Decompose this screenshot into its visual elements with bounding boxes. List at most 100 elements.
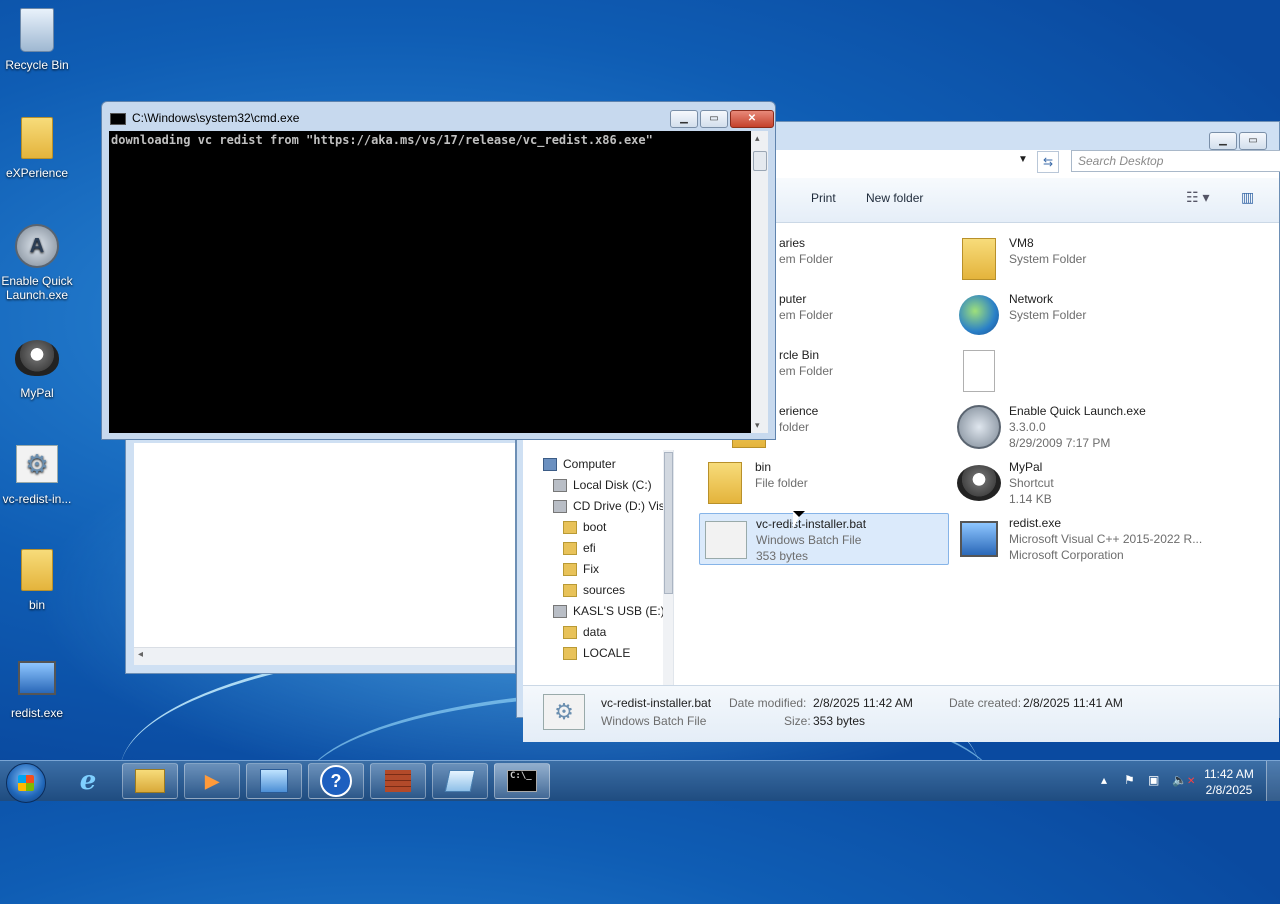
- file-type: Microsoft Visual C++ 2015-2022 R...: [1009, 532, 1203, 546]
- quick-launch-app-icon: A: [15, 224, 59, 268]
- batch-file-icon: [704, 518, 748, 562]
- horizontal-scrollbar[interactable]: ◂: [134, 647, 515, 665]
- taskbar-control-panel[interactable]: [246, 763, 302, 799]
- taskbar-cmd[interactable]: C:\_: [494, 763, 550, 799]
- file-extra: 353 bytes: [756, 549, 809, 563]
- cmd-title-bar[interactable]: C:\Windows\system32\cmd.exe: [110, 111, 299, 125]
- file-item[interactable]: vc-redist-installer.bat Windows Batch Fil…: [699, 513, 949, 565]
- nav-item-computer[interactable]: Computer: [543, 454, 673, 475]
- maximize-button[interactable]: ▭: [700, 110, 728, 128]
- nav-item-boot[interactable]: boot: [543, 517, 673, 538]
- file-name: bin: [755, 460, 772, 474]
- clock-time: 11:42 AM: [1204, 767, 1254, 781]
- show-desktop-button[interactable]: [1266, 761, 1280, 801]
- help-icon: ?: [320, 765, 352, 797]
- computer-icon: [543, 458, 557, 472]
- file-name: rcle Bin: [779, 348, 820, 362]
- desktop-icon-enable-quick-launch[interactable]: A Enable Quick Launch.exe: [0, 222, 74, 302]
- clock-date: 2/8/2025: [1205, 783, 1253, 797]
- minimize-button[interactable]: ▁: [670, 110, 698, 128]
- maximize-button[interactable]: ▭: [1239, 132, 1267, 150]
- desktop-icon-bin[interactable]: bin: [0, 546, 74, 612]
- user-folder-icon-shape: [962, 238, 996, 280]
- address-dropdown-icon[interactable]: ▼: [1018, 154, 1028, 165]
- batch-file-icon: ⚙: [543, 694, 585, 730]
- file-item[interactable]: [953, 345, 1203, 397]
- view-options-icon[interactable]: ☷ ▾: [1186, 189, 1209, 206]
- console-output[interactable]: downloading vc redist from "https://aka.…: [109, 131, 751, 433]
- start-button[interactable]: [6, 763, 46, 803]
- details-modified-value: 2/8/2025 11:42 AM: [813, 696, 913, 710]
- batch-file-icon-shape: [705, 521, 747, 559]
- file-name: vc-redist-installer.bat: [756, 517, 867, 531]
- navigation-pane: Computer Local Disk (C:) CD Drive (D:) Vis…: [523, 450, 674, 686]
- file-type: File folder: [755, 476, 808, 490]
- desktop-icon-vc-redist[interactable]: ⚙ vc-redist-in...: [0, 440, 74, 506]
- print-button[interactable]: Print: [811, 191, 836, 205]
- taskbar-help[interactable]: ?: [308, 763, 364, 799]
- refresh-icon[interactable]: ⇆: [1037, 151, 1059, 173]
- nav-item-label: CD Drive (D:) Vist: [573, 499, 669, 513]
- nav-item-local-disk-c[interactable]: Local Disk (C:): [543, 475, 673, 496]
- taskbar-internet-explorer[interactable]: e: [60, 763, 116, 799]
- desktop-icon-redist[interactable]: redist.exe: [0, 654, 74, 720]
- nav-item-cd-drive-d-vist[interactable]: CD Drive (D:) Vist: [543, 496, 673, 517]
- cmd-icon: [110, 112, 126, 125]
- desktop-icon-mypal[interactable]: MyPal: [0, 334, 74, 400]
- scrollbar-thumb[interactable]: [753, 151, 767, 171]
- blank-file-icon: [957, 349, 1001, 393]
- network-icon[interactable]: ▣: [1148, 773, 1159, 787]
- file-type: Shortcut: [1009, 476, 1054, 490]
- nav-item-kasl-s-usb-e[interactable]: KASL'S USB (E:): [543, 601, 673, 622]
- system-clock[interactable]: 11:42 AM 2/8/2025: [1196, 766, 1262, 798]
- file-item[interactable]: redist.exe Microsoft Visual C++ 2015-2022…: [953, 513, 1203, 565]
- nav-item-efi[interactable]: efi: [543, 538, 673, 559]
- desktop-icon-label: redist.exe: [10, 706, 64, 720]
- windows-logo-icon: [18, 775, 34, 791]
- taskbar-notepad[interactable]: [432, 763, 488, 799]
- minimize-button[interactable]: ▁: [1209, 132, 1237, 150]
- file-name: Enable Quick Launch.exe: [1009, 404, 1146, 418]
- nav-item-sources[interactable]: sources: [543, 580, 673, 601]
- nav-item-data[interactable]: data: [543, 622, 673, 643]
- blank-file-icon-shape: [963, 350, 995, 392]
- taskbar-file-explorer[interactable]: [122, 763, 178, 799]
- quick-launch-app-icon: [957, 405, 1001, 449]
- file-item[interactable]: Network System Folder: [953, 289, 1203, 341]
- preview-pane-icon[interactable]: ▥: [1241, 189, 1254, 206]
- file-item[interactable]: bin File folder: [699, 457, 949, 509]
- desktop-icon-recycle-bin[interactable]: Recycle Bin: [0, 6, 74, 72]
- desktop-icon-label: eXPerience: [5, 166, 69, 180]
- file-item[interactable]: MyPal Shortcut 1.14 KB: [953, 457, 1203, 509]
- close-button[interactable]: ✕: [730, 110, 774, 128]
- nav-scrollbar[interactable]: [663, 450, 673, 686]
- nav-item-locale[interactable]: LOCALE: [543, 643, 673, 664]
- file-name: MyPal: [1009, 460, 1043, 474]
- taskbar-firewall[interactable]: [370, 763, 426, 799]
- scroll-left-icon[interactable]: ◂: [138, 649, 143, 660]
- file-item[interactable]: Enable Quick Launch.exe 3.3.0.0 8/29/2009 …: [953, 401, 1203, 453]
- nav-item-fix[interactable]: Fix: [543, 559, 673, 580]
- user-folder-icon: [957, 237, 1001, 281]
- scroll-down-icon[interactable]: ▾: [755, 420, 760, 431]
- file-name: VM8: [1009, 236, 1034, 250]
- vertical-scrollbar[interactable]: ▴ ▾: [751, 131, 768, 433]
- taskbar-media-player[interactable]: ▶: [184, 763, 240, 799]
- drive-icon: [553, 500, 567, 514]
- show-hidden-icons-icon[interactable]: ▴: [1101, 773, 1107, 787]
- action-center-flag-icon[interactable]: ⚑: [1124, 773, 1135, 787]
- desktop-icon-experience[interactable]: eXPerience: [0, 114, 74, 180]
- file-item[interactable]: VM8 System Folder: [953, 233, 1203, 285]
- nav-item-label: Fix: [583, 562, 599, 576]
- search-input[interactable]: Search Desktop: [1071, 150, 1280, 172]
- folder-icon: [21, 117, 53, 159]
- file-name: aries: [779, 236, 806, 250]
- nav-item-label: KASL'S USB (E:): [573, 604, 665, 618]
- volume-muted-icon[interactable]: 🔈✕: [1172, 773, 1195, 787]
- scroll-up-icon[interactable]: ▴: [755, 133, 760, 144]
- folder-icon: [563, 584, 577, 598]
- new-folder-button[interactable]: New folder: [866, 191, 923, 205]
- nav-scrollbar-thumb[interactable]: [664, 452, 673, 594]
- details-modified-label: Date modified:: [729, 696, 807, 710]
- folder-icon-shape: [708, 462, 742, 504]
